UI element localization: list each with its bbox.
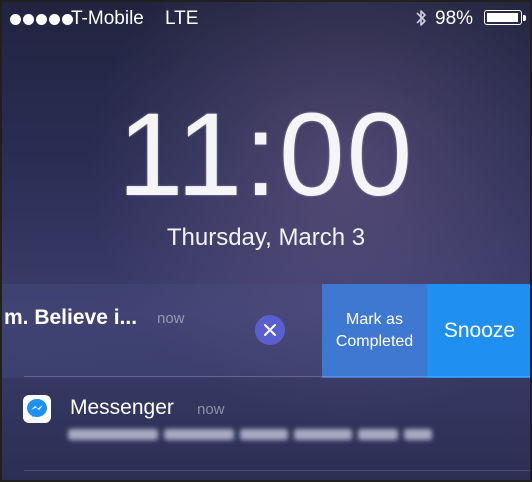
notification-time: now bbox=[157, 310, 185, 327]
notification-time: now bbox=[197, 401, 225, 418]
lock-screen: T-Mobile LTE 98% 11:00 Thursday, March 3… bbox=[0, 0, 532, 482]
notification-swiped[interactable]: m. Believe i... now Mark as Completed Sn… bbox=[0, 284, 532, 378]
close-icon bbox=[264, 324, 276, 336]
blur-chunk bbox=[404, 428, 432, 440]
bluetooth-icon bbox=[414, 7, 428, 34]
status-bar: T-Mobile LTE 98% bbox=[0, 0, 532, 36]
signal-dot bbox=[49, 14, 60, 25]
signal-dot bbox=[10, 14, 21, 25]
snooze-label: Snooze bbox=[443, 319, 516, 342]
signal-dot bbox=[36, 14, 47, 25]
mark-as-completed-button[interactable]: Mark as Completed bbox=[322, 284, 427, 378]
snooze-button[interactable]: Snooze bbox=[427, 284, 532, 378]
blur-chunk bbox=[240, 428, 288, 440]
notification-text: m. Believe i... bbox=[4, 306, 138, 329]
signal-dot bbox=[23, 14, 34, 25]
network-type: LTE bbox=[165, 8, 199, 29]
lock-clock: 11:00 bbox=[117, 89, 415, 221]
blur-chunk bbox=[164, 428, 234, 440]
notification-app-name: Messenger bbox=[70, 396, 174, 419]
carrier-name: T-Mobile bbox=[71, 8, 144, 29]
battery-tip bbox=[523, 15, 526, 21]
notification-separator bbox=[24, 376, 532, 377]
signal-strength-icon bbox=[10, 14, 73, 25]
dismiss-notification-button[interactable] bbox=[255, 315, 285, 345]
lock-date: Thursday, March 3 bbox=[166, 224, 366, 251]
blur-chunk bbox=[68, 428, 158, 440]
blur-chunk bbox=[358, 428, 398, 440]
blurred-message-preview bbox=[68, 426, 432, 442]
battery-icon bbox=[484, 10, 522, 25]
notification-separator bbox=[24, 470, 532, 471]
mark-as-completed-label: Mark as Completed bbox=[335, 311, 414, 350]
battery-level-fill bbox=[487, 13, 519, 22]
blur-chunk bbox=[294, 428, 352, 440]
battery-percentage: 98% bbox=[435, 8, 474, 29]
messenger-icon bbox=[23, 395, 51, 423]
